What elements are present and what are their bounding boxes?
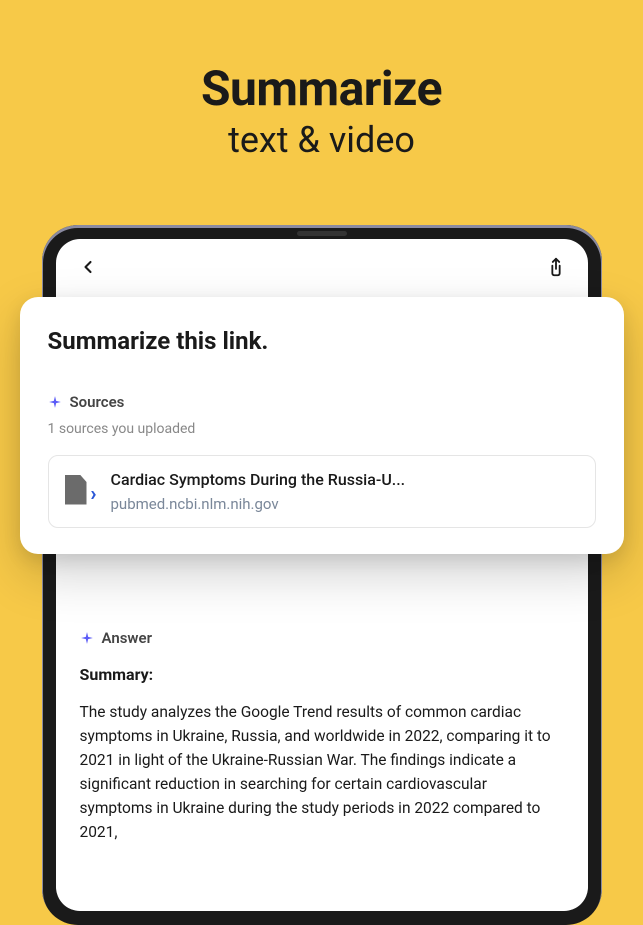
topbar [56,239,588,291]
source-text: Cardiac Symptoms During the Russia-U... … [111,470,579,513]
hero: Summarize text & video [0,0,643,201]
answer-section-header: Answer [80,629,564,647]
sparkle-icon [48,395,62,409]
card-title: Summarize this link. [48,327,596,355]
summary-heading: Summary: [80,665,564,684]
source-domain: pubmed.ncbi.nlm.nih.gov [111,495,579,513]
hero-subtitle: text & video [0,119,643,161]
document-link-icon: › [65,475,95,509]
share-button[interactable] [544,255,568,279]
source-item[interactable]: › Cardiac Symptoms During the Russia-U..… [48,455,596,528]
answer-label: Answer [102,629,152,647]
summary-body: The study analyzes the Google Trend resu… [80,700,564,844]
summary-card: Summarize this link. Sources 1 sources y… [20,297,624,554]
chevron-left-icon [78,257,98,277]
back-button[interactable] [76,255,100,279]
sparkle-icon [80,631,94,645]
source-title: Cardiac Symptoms During the Russia-U... [111,470,579,489]
sources-section-header: Sources [48,393,596,411]
sources-label: Sources [70,393,125,411]
hero-title: Summarize [0,60,643,117]
tablet-notch [297,231,347,236]
share-icon [545,256,567,278]
sources-meta: 1 sources you uploaded [48,421,596,437]
